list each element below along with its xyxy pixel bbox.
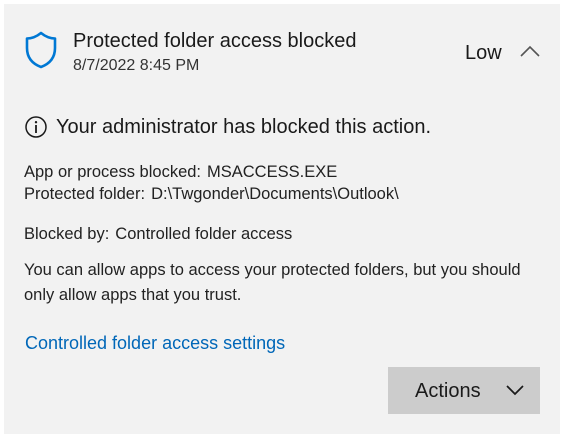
- chevron-up-icon[interactable]: [516, 40, 544, 62]
- detail-app-blocked: App or process blocked: MSACCESS.EXE: [24, 160, 337, 184]
- admin-notice-text: Your administrator has blocked this acti…: [56, 116, 432, 138]
- detail-value: MSACCESS.EXE: [207, 163, 338, 181]
- severity-label: Low: [465, 42, 502, 64]
- notification-header[interactable]: Protected folder access blocked 8/7/2022…: [4, 4, 560, 84]
- detail-label: App or process blocked:: [24, 163, 202, 181]
- detail-value: Controlled folder access: [115, 225, 293, 243]
- notification-timestamp: 8/7/2022 8:45 PM: [73, 57, 200, 74]
- controlled-folder-access-settings-link[interactable]: Controlled folder access settings: [25, 331, 285, 355]
- actions-button-label: Actions: [415, 380, 481, 402]
- shield-icon: [25, 31, 57, 69]
- detail-label: Protected folder:: [24, 185, 146, 203]
- notification-card: Protected folder access blocked 8/7/2022…: [4, 4, 560, 434]
- info-icon: [24, 115, 48, 139]
- detail-label: Blocked by:: [24, 225, 110, 243]
- allow-apps-paragraph: You can allow apps to access your protec…: [24, 261, 521, 304]
- detail-value: D:\Twgonder\Documents\Outlook\: [151, 185, 399, 203]
- chevron-down-icon: [505, 383, 525, 397]
- detail-blocked-by: Blocked by: Controlled folder access: [24, 222, 292, 246]
- actions-button[interactable]: Actions: [388, 367, 540, 414]
- detail-protected-folder: Protected folder: D:\Twgonder\Documents\O…: [24, 182, 399, 206]
- notification-title: Protected folder access blocked: [73, 30, 357, 52]
